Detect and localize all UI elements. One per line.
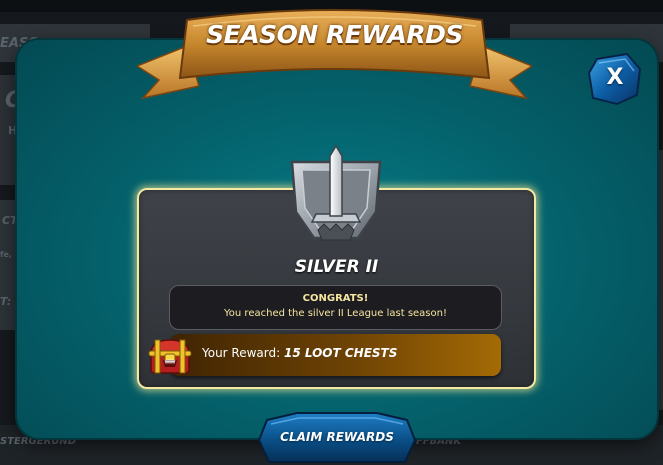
claim-rewards-button[interactable]: CLAIM REWARDS bbox=[257, 410, 417, 465]
background-left-ct: CT bbox=[2, 214, 18, 227]
congrats-message-box: CONGRATS! You reached the silver II Leag… bbox=[169, 285, 502, 330]
reward-bar: Your Reward: 15 LOOT CHESTS bbox=[170, 334, 501, 376]
modal-title: SEASON REWARDS bbox=[206, 20, 463, 49]
congrats-message: You reached the silver II League last se… bbox=[224, 308, 447, 319]
reward-text: Your Reward: 15 LOOT CHESTS bbox=[202, 346, 397, 360]
close-icon: X bbox=[606, 65, 624, 90]
close-button[interactable]: X bbox=[587, 51, 643, 107]
claim-rewards-label: CLAIM REWARDS bbox=[280, 430, 394, 444]
background-left-fe: fe, bbox=[0, 250, 12, 259]
background-left-t: T: bbox=[0, 295, 12, 308]
reward-value: 15 LOOT CHESTS bbox=[284, 346, 398, 360]
loot-chest-icon bbox=[148, 339, 192, 374]
congrats-title: CONGRATS! bbox=[302, 293, 369, 304]
league-name: SILVER II bbox=[294, 257, 379, 277]
silver-league-icon bbox=[290, 144, 382, 241]
background-left-letter-2: H bbox=[8, 124, 18, 137]
reward-label: Your Reward: bbox=[202, 346, 281, 360]
